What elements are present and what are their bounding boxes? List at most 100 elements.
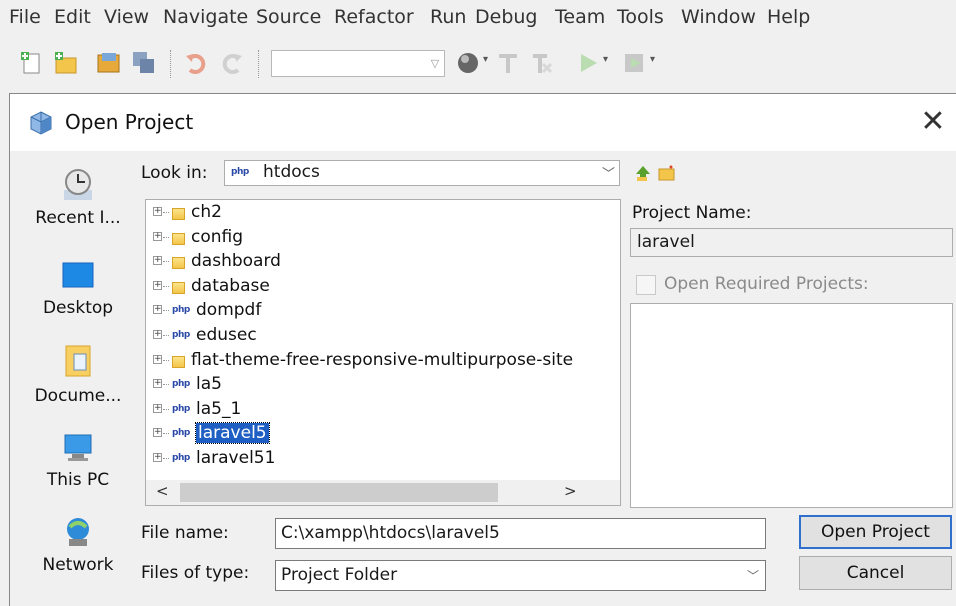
php-project-icon: php	[172, 379, 190, 390]
new-file-icon[interactable]	[19, 50, 45, 76]
expand-icon[interactable]: +	[153, 403, 162, 413]
scroll-left-icon[interactable]: <	[156, 482, 169, 500]
cancel-button[interactable]: Cancel	[799, 556, 952, 590]
tree-item-label: la5	[196, 374, 222, 395]
documents-icon	[18, 342, 138, 386]
file-name-input[interactable]: C:\xampp\htdocs\laravel5	[275, 518, 766, 549]
tree-item-label: config	[191, 226, 244, 247]
tree-item[interactable]: + php dompdf	[146, 300, 586, 324]
menu-source[interactable]: Source	[256, 6, 321, 28]
close-icon[interactable]: ✕	[915, 104, 951, 140]
menu-window[interactable]: Window	[681, 6, 756, 28]
look-in-combo[interactable]: php htdocs ﹀	[224, 160, 620, 186]
debug-icon[interactable]	[621, 50, 647, 76]
menu-tools[interactable]: Tools	[617, 6, 664, 28]
tree-connector	[163, 458, 169, 459]
dropdown-arrow-icon[interactable]: ▾	[603, 54, 608, 65]
menu-team[interactable]: Team	[555, 6, 605, 28]
dropdown-arrow-icon[interactable]: ▾	[650, 54, 655, 65]
toolbar-separator	[258, 50, 261, 78]
scroll-right-icon[interactable]: >	[564, 482, 577, 500]
menu-debug[interactable]: Debug	[475, 6, 537, 28]
php-project-icon: php	[172, 428, 190, 439]
up-one-level-icon[interactable]	[634, 164, 652, 186]
tree-connector	[163, 285, 169, 287]
scrollbar-thumb[interactable]	[180, 483, 498, 502]
place-documents[interactable]: Docume...	[18, 342, 138, 406]
save-all-icon[interactable]	[131, 50, 157, 76]
toolbar: ▽ ▾ ▾ ▾	[0, 40, 956, 90]
expand-icon[interactable]: +	[153, 354, 162, 364]
files-of-type-select[interactable]: Project Folder ﹀	[275, 560, 766, 591]
place-recent-items[interactable]: Recent I...	[18, 164, 138, 228]
tree-item-label: laravel51	[196, 448, 276, 468]
configuration-combo[interactable]: ▽	[271, 50, 445, 77]
expand-icon[interactable]: +	[153, 453, 162, 462]
tree-item[interactable]: + config	[146, 227, 586, 251]
place-desktop[interactable]: Desktop	[18, 258, 138, 318]
tree-item-label: edusec	[196, 325, 257, 345]
menu-navigate[interactable]: Navigate	[163, 6, 248, 28]
tree-item[interactable]: + database	[146, 276, 586, 300]
menu-refactor[interactable]: Refactor	[334, 6, 414, 28]
dialog-title: Open Project	[65, 110, 194, 134]
dropdown-arrow-icon[interactable]: ▾	[483, 54, 488, 65]
place-this-pc[interactable]: This PC	[18, 430, 138, 490]
run-icon[interactable]	[575, 50, 601, 76]
build-icon[interactable]	[495, 50, 521, 76]
expand-icon[interactable]: +	[153, 231, 162, 241]
open-project-icon[interactable]	[96, 50, 122, 76]
php-project-icon: php	[172, 330, 190, 340]
tree-item[interactable]: + php edusec	[146, 325, 586, 349]
tree-item[interactable]: + php laravel5	[146, 422, 586, 447]
menu-file[interactable]: File	[9, 6, 41, 28]
expand-icon[interactable]: +	[153, 280, 162, 290]
required-projects-list	[630, 303, 953, 508]
netbeans-cube-icon	[28, 110, 54, 140]
tree-item[interactable]: + php laravel51	[146, 448, 586, 472]
clean-build-icon[interactable]	[529, 50, 555, 76]
tree-connector	[163, 261, 169, 263]
menu-help[interactable]: Help	[767, 6, 810, 28]
menu-run[interactable]: Run	[430, 6, 466, 28]
new-folder-icon[interactable]	[658, 165, 676, 185]
undo-icon[interactable]	[184, 50, 210, 76]
tree-item[interactable]: + dashboard	[146, 251, 586, 275]
project-name-label: Project Name:	[632, 203, 752, 223]
this-pc-icon	[18, 430, 138, 470]
new-project-icon[interactable]	[53, 50, 79, 76]
tree-item[interactable]: + php la5	[146, 374, 586, 398]
redo-icon[interactable]	[218, 50, 244, 76]
tree-item[interactable]: + ch2	[146, 202, 586, 226]
expand-icon[interactable]: +	[153, 379, 162, 389]
tree-item-label: la5_1	[196, 398, 242, 419]
horizontal-scrollbar[interactable]: < >	[146, 480, 620, 505]
expand-icon[interactable]: +	[153, 428, 162, 438]
toolbar-separator	[170, 50, 173, 78]
tree-connector	[163, 359, 169, 361]
php-project-icon: php	[172, 403, 190, 414]
tree-item-label: flat-theme-free-responsive-multipurpose-…	[191, 349, 574, 370]
file-tree[interactable]: + ch2 + config + dashboard + database + php dompdf…	[145, 199, 621, 506]
tree-connector	[163, 408, 169, 410]
folder-icon	[172, 232, 185, 245]
tree-item[interactable]: + php la5_1	[146, 399, 586, 423]
tree-item[interactable]: + flat-theme-free-responsive-multipurpose…	[146, 350, 586, 374]
expand-icon[interactable]: +	[153, 256, 162, 266]
tree-connector	[163, 212, 169, 213]
open-required-checkbox[interactable]	[636, 275, 656, 295]
network-icon	[18, 515, 138, 555]
open-project-button[interactable]: Open Project	[799, 515, 952, 549]
menu-edit[interactable]: Edit	[54, 6, 91, 28]
globe-icon[interactable]	[456, 50, 482, 76]
place-network[interactable]: Network	[18, 515, 138, 575]
open-project-dialog: Open Project ✕ Recent I... Desktop Docum…	[9, 93, 956, 606]
files-of-type-label: Files of type:	[141, 563, 250, 583]
expand-icon[interactable]: +	[153, 207, 162, 216]
expand-icon[interactable]: +	[153, 305, 162, 315]
tree-connector	[163, 433, 169, 435]
menu-view[interactable]: View	[104, 6, 149, 28]
place-label: Desktop	[42, 298, 114, 318]
tree-item-label: ch2	[191, 202, 222, 222]
expand-icon[interactable]: +	[153, 330, 162, 339]
